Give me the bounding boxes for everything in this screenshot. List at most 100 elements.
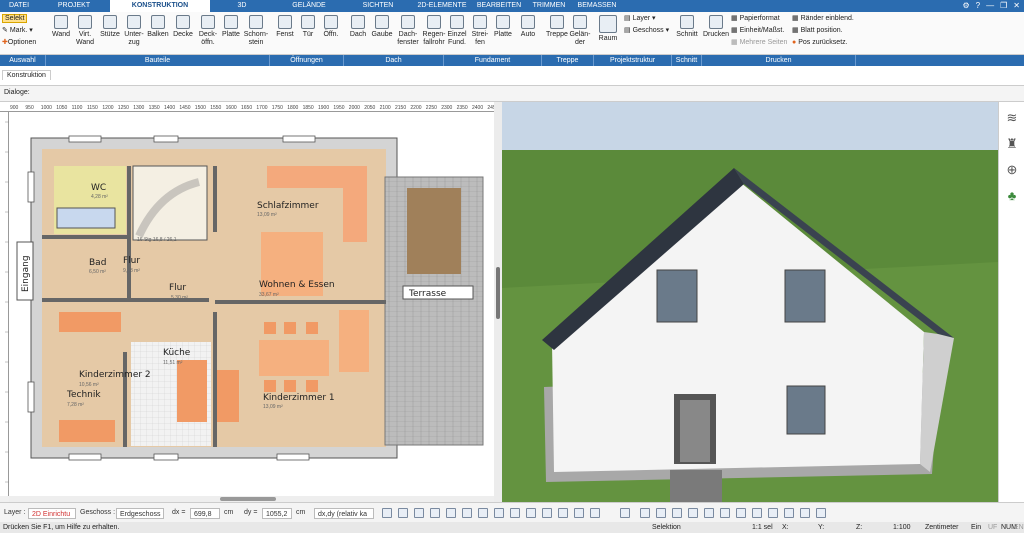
section-button[interactable]: Schnitt (675, 15, 699, 39)
tool-icon-15[interactable] (640, 508, 650, 518)
options-button[interactable]: ✚Optionen (2, 39, 46, 47)
tool-icon-16[interactable] (656, 508, 666, 518)
auto-icon (521, 15, 535, 29)
select-button[interactable]: Selekt (2, 14, 44, 23)
tool-icon-13[interactable] (590, 508, 600, 518)
reset-position-button[interactable]: ● Pos zurücksetz. (792, 39, 856, 47)
tool-icon-14[interactable] (620, 508, 630, 518)
floor-plan-drawing[interactable]: Eingang Terrasse WC 4,28 m² Schlafzimmer… (9, 112, 494, 496)
tool-icon-7[interactable] (494, 508, 504, 518)
wall-button[interactable]: Wand (50, 15, 72, 39)
stair-button[interactable]: Treppe (545, 15, 569, 39)
unit-scale-button[interactable]: ▦ Einheit/Maßst. (731, 27, 791, 35)
text-tool-icon[interactable] (462, 508, 472, 518)
auto-button[interactable]: Auto (517, 15, 539, 39)
help-icon[interactable]: ? (976, 1, 980, 10)
tool-icon-1[interactable] (382, 508, 392, 518)
tool-icon-8[interactable] (510, 508, 520, 518)
scroll-thumb[interactable] (220, 497, 276, 501)
layer-select[interactable]: 2D Einrichtu (28, 508, 76, 519)
splitter-handle[interactable] (496, 267, 500, 319)
virtual-wall-button[interactable]: Virt. Wand (74, 15, 96, 47)
multiple-pages-button[interactable]: ▦ Mehrere Seiten (731, 39, 793, 47)
ruler-scale: 900 950 1000 1050 1100 1150 1200 1250 1300 1350 14… (10, 105, 499, 111)
layers-icon[interactable]: ≋ (1004, 110, 1020, 126)
opening-button[interactable]: Öffn. (320, 15, 342, 39)
tool-icon-23[interactable] (768, 508, 778, 518)
minimize-icon[interactable]: — (986, 1, 994, 10)
tab-sichten[interactable]: SICHTEN (344, 0, 412, 12)
room-label-schlafzimmer: Schlafzimmer (257, 201, 319, 211)
tool-icon-11[interactable] (558, 508, 568, 518)
mark-button[interactable]: ✎ Mark. ▾ (2, 27, 44, 35)
room-button[interactable]: Raum (597, 15, 619, 43)
window-button[interactable]: Fenst (274, 15, 296, 39)
tool-icon-24[interactable] (784, 508, 794, 518)
tool-icon-4[interactable] (430, 508, 440, 518)
tab-3d[interactable]: 3D (210, 0, 274, 12)
show-margins-button[interactable]: ▦ Ränder einblend. (792, 15, 856, 23)
coordinate-mode-select[interactable]: dx,dy (relativ ka (314, 508, 374, 519)
joist-button[interactable]: Unter-zug (122, 15, 146, 47)
slab-button[interactable]: Decke (172, 15, 194, 39)
roof-button[interactable]: Dach (348, 15, 368, 39)
tool-icon-12[interactable] (574, 508, 584, 518)
tool-icon-26[interactable] (816, 508, 826, 518)
focus-icon[interactable]: ⊕ (1004, 162, 1020, 178)
view-splitter[interactable] (494, 102, 502, 502)
slab-opening-button[interactable]: Deck-öffn. (196, 15, 220, 47)
tab-bemassen[interactable]: BEMASSEN (572, 0, 622, 12)
chimney-button[interactable]: Schorn-stein (243, 15, 269, 47)
door-button[interactable]: Tür (298, 15, 318, 39)
single-foundation-button[interactable]: Einzel Fund. (446, 15, 468, 47)
downpipe-button[interactable]: Regen-fallrohr (421, 15, 447, 47)
tab-gelaende[interactable]: GELÄNDE (274, 0, 344, 12)
dx-input[interactable]: 699,8 (190, 508, 220, 519)
beam-button[interactable]: Balken (146, 15, 170, 39)
settings-icon[interactable]: ⚙ (963, 1, 970, 10)
tool-icon-9[interactable] (526, 508, 536, 518)
tab-trimmen[interactable]: TRIMMEN (526, 0, 572, 12)
floor-dropdown[interactable]: ▤ Geschoss ▾ (624, 27, 672, 35)
tool-icon-18[interactable] (688, 508, 698, 518)
tool-icon-20[interactable] (720, 508, 730, 518)
position-sheet-button[interactable]: ▦ Blatt position. (792, 27, 856, 35)
tool-icon-3[interactable] (414, 508, 424, 518)
tool-icon-25[interactable] (800, 508, 810, 518)
tool-icon-6[interactable] (478, 508, 488, 518)
layer-dropdown[interactable]: ▤ Layer ▾ (624, 15, 672, 23)
3d-view[interactable] (502, 102, 998, 502)
tool-icon-21[interactable] (736, 508, 746, 518)
kid2-bed (59, 312, 121, 332)
strip-foundation-button[interactable]: Strei-fen (470, 15, 490, 47)
restore-icon[interactable]: ❐ (1000, 1, 1007, 10)
print-button[interactable]: Drucken (703, 15, 729, 39)
dormer-button[interactable]: Gaube (370, 15, 394, 39)
tab-datei[interactable]: DATEI (0, 0, 38, 12)
close-icon[interactable]: ✕ (1013, 1, 1020, 10)
tool-icon-22[interactable] (752, 508, 762, 518)
railing-button[interactable]: Gelän-der (569, 15, 591, 47)
furniture-icon[interactable]: ♜ (1004, 136, 1020, 152)
3d-scene[interactable] (502, 102, 998, 502)
room-icon (599, 15, 617, 33)
paper-format-button[interactable]: ▦ Papierformat (731, 15, 791, 23)
column-button[interactable]: Stütze (98, 15, 122, 39)
tool-icon-17[interactable] (672, 508, 682, 518)
tool-icon-19[interactable] (704, 508, 714, 518)
tool-icon-5[interactable] (446, 508, 456, 518)
tool-icon-2[interactable] (398, 508, 408, 518)
dy-input[interactable]: 1055,2 (262, 508, 292, 519)
tab-2d-elemente[interactable]: 2D-ELEMENTE (412, 0, 472, 12)
geschoss-select[interactable]: Erdgeschoss (116, 508, 164, 519)
floor-plan-view[interactable]: Eingang Terrasse WC 4,28 m² Schlafzimmer… (9, 112, 494, 496)
tab-bearbeiten[interactable]: BEARBEITEN (472, 0, 526, 12)
tool-icon-10[interactable] (542, 508, 552, 518)
tab-konstruktion-doc[interactable]: Konstruktion (2, 70, 51, 80)
foundation-plate-button[interactable]: Platte (492, 15, 514, 39)
plate-button[interactable]: Platte (220, 15, 242, 39)
tab-projekt[interactable]: PROJEKT (38, 0, 110, 12)
roof-window-button[interactable]: Dach-fenster (395, 15, 421, 47)
tree-icon[interactable]: ♣ (1004, 188, 1020, 204)
tab-konstruktion[interactable]: KONSTRUKTION (110, 0, 210, 12)
